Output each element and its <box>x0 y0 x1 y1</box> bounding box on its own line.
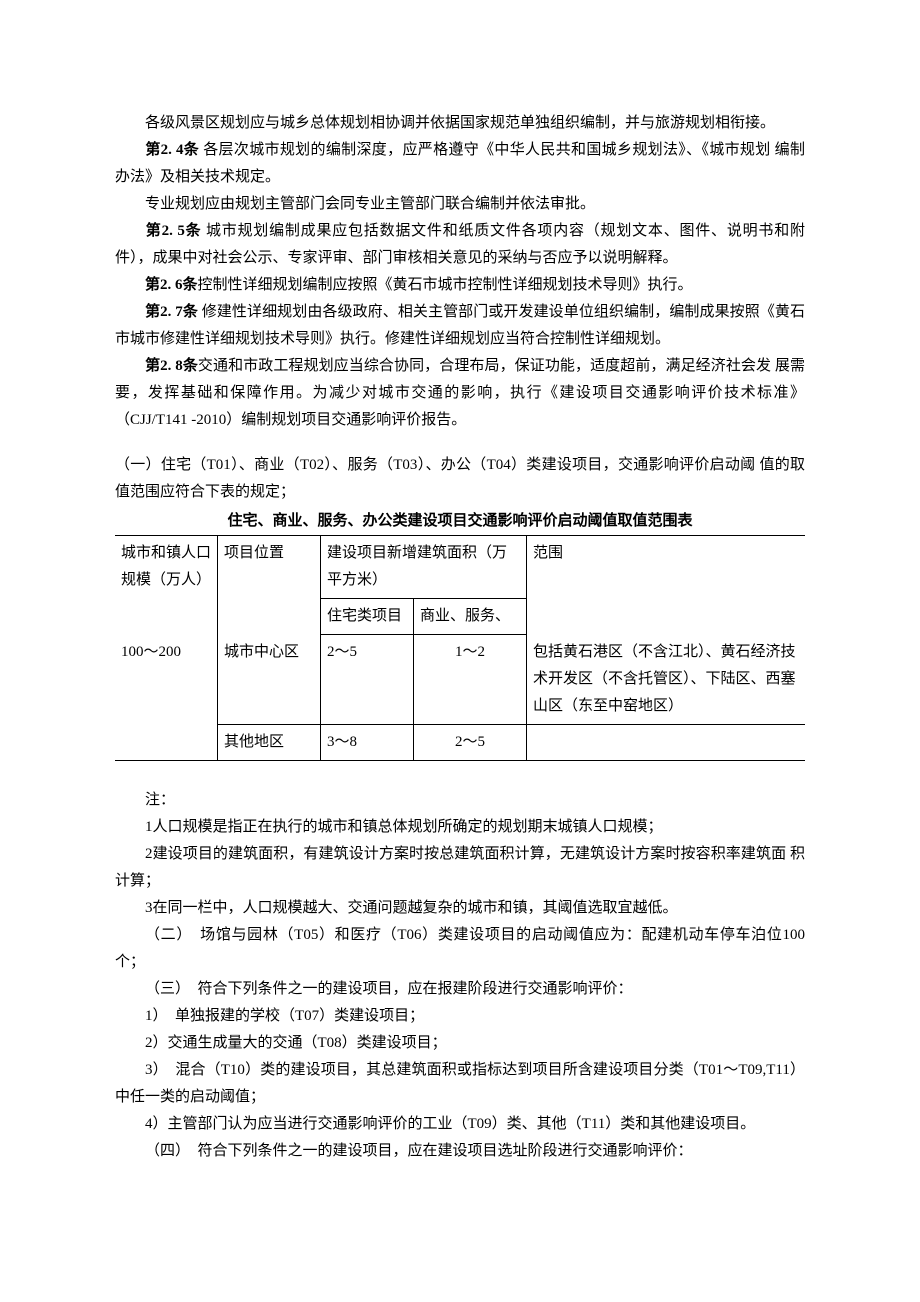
header-commercial: 商业、服务、 <box>414 599 527 635</box>
paragraph-professional-planning: 专业规划应由规划主管部门会同专业主管部门联合编制并依法审批。 <box>115 191 805 218</box>
paragraph-scenic-area: 各级风景区规划应与城乡总体规划相协调并依据国家规范单独组织编制，并与旅游规划相衔… <box>115 110 805 137</box>
header-area-group: 建设项目新增建筑面积（万平方米） <box>321 536 527 599</box>
item-three-1: 1） 单独报建的学校（T07）类建设项目； <box>115 1003 805 1030</box>
cell-commercial: 2～5 <box>414 724 527 760</box>
table-row: 其他地区 3～8 2～5 <box>115 724 805 760</box>
header-scope: 范围 <box>527 536 806 635</box>
article-2-5-label: 第2. 5条 <box>145 223 201 239</box>
article-2-8: 第2. 8条交通和市政工程规划应当综合协同，合理布局，保证功能，适度超前，满足经… <box>115 353 805 434</box>
article-2-6: 第2. 6条控制性详细规划编制应按照《黄石市城市控制性详细规划技术导则》执行。 <box>115 272 805 299</box>
article-2-8-text: 交通和市政工程规划应当综合协同，合理布局，保证功能，适度超前，满足经济社会发 展… <box>115 358 805 428</box>
threshold-table: 城市和镇人口规模（万人） 项目位置 建设项目新增建筑面积（万平方米） 范围 住宅… <box>115 535 805 761</box>
cell-residential: 3～8 <box>321 724 414 760</box>
article-2-7: 第2. 7条 修建性详细规划由各级政府、相关主管部门或开发建设单位组织编制，编制… <box>115 299 805 353</box>
article-2-4-label: 第2. 4条 <box>145 142 199 158</box>
article-2-4-text: 各层次城市规划的编制深度，应严格遵守《中华人民共和国城乡规划法》、《城市规划 编… <box>115 142 805 185</box>
cell-scope <box>527 724 806 760</box>
article-2-8-label: 第2. 8条 <box>145 358 198 374</box>
article-2-7-text: 修建性详细规划由各级政府、相关主管部门或开发建设单位组织编制，编制成果按照《黄石… <box>115 304 805 347</box>
article-2-5-text: 城市规划编制成果应包括数据文件和纸质文件各项内容（规划文本、图件、说明书和附 件… <box>115 223 805 266</box>
table-header-row-1: 城市和镇人口规模（万人） 项目位置 建设项目新增建筑面积（万平方米） 范围 <box>115 536 805 599</box>
table-caption: 住宅、商业、服务、办公类建设项目交通影响评价启动阈值取值范围表 <box>115 508 805 535</box>
item-three: （三） 符合下列条件之一的建设项目，应在报建阶段进行交通影响评价： <box>115 976 805 1003</box>
cell-location: 其他地区 <box>218 724 321 760</box>
article-2-6-text: 控制性详细规划编制应按照《黄石市城市控制性详细规划技术导则》执行。 <box>198 277 693 293</box>
article-2-7-label: 第2. 7条 <box>145 304 198 320</box>
article-2-4: 第2. 4条 各层次城市规划的编制深度，应严格遵守《中华人民共和国城乡规划法》、… <box>115 137 805 191</box>
cell-commercial: 1～2 <box>414 635 527 725</box>
item-one: （一）住宅（T01）、商业（T02）、服务（T03）、办公（T04）类建设项目，… <box>115 452 805 506</box>
item-three-2: 2）交通生成量大的交通（T08）类建设项目； <box>115 1030 805 1057</box>
header-location: 项目位置 <box>218 536 321 635</box>
item-two: （二） 场馆与园林（T05）和医疗（T06）类建设项目的启动阈值应为：配建机动车… <box>115 922 805 976</box>
header-population: 城市和镇人口规模（万人） <box>115 536 218 635</box>
table-row: 100～200 城市中心区 2～5 1～2 包括黄石港区（不含江北）、黄石经济技… <box>115 635 805 725</box>
cell-population: 100～200 <box>115 635 218 761</box>
cell-residential: 2～5 <box>321 635 414 725</box>
item-three-4: 4）主管部门认为应当进行交通影响评价的工业（T09）类、其他（T11）类和其他建… <box>115 1111 805 1138</box>
note-1: 1人口规模是指正在执行的城市和镇总体规划所确定的规划期末城镇人口规模； <box>115 814 805 841</box>
notes-label: 注： <box>115 787 805 814</box>
article-2-6-label: 第2. 6条 <box>145 277 198 293</box>
note-3: 3在同一栏中，人口规模越大、交通问题越复杂的城市和镇，其阈值选取宜越低。 <box>115 895 805 922</box>
cell-location: 城市中心区 <box>218 635 321 725</box>
article-2-5: 第2. 5条 城市规划编制成果应包括数据文件和纸质文件各项内容（规划文本、图件、… <box>115 218 805 272</box>
cell-scope: 包括黄石港区（不含江北）、黄石经济技术开发区（不含托管区）、下陆区、西塞山区（东… <box>527 635 806 725</box>
header-residential: 住宅类项目 <box>321 599 414 635</box>
note-2: 2建设项目的建筑面积，有建筑设计方案时按总建筑面积计算，无建筑设计方案时按容积率… <box>115 841 805 895</box>
item-three-3: 3） 混合（T10）类的建设项目，其总建筑面积或指标达到项目所含建设项目分类（T… <box>115 1057 805 1111</box>
item-four: （四） 符合下列条件之一的建设项目，应在建设项目选址阶段进行交通影响评价： <box>115 1138 805 1165</box>
